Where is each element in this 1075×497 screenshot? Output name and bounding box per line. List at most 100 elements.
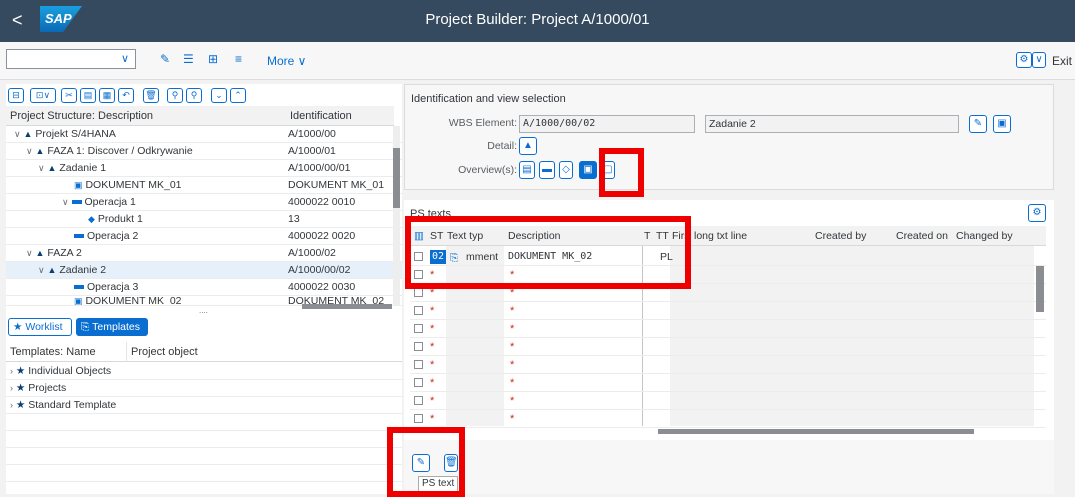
- section-title: Identification and view selection: [411, 93, 566, 105]
- chevron-down-icon[interactable]: ∨: [26, 248, 33, 258]
- find-icon[interactable]: ⚲: [167, 88, 183, 103]
- chevron-right-icon[interactable]: ›: [10, 400, 13, 410]
- settings-icon[interactable]: ⚙: [1028, 204, 1046, 222]
- detail-label: Detail:: [487, 140, 517, 152]
- wbs-icon: ▲: [47, 163, 57, 173]
- tree-row[interactable]: ∨ ▲ Projekt S/4HANA A/1000/00: [6, 126, 402, 143]
- milestone-icon[interactable]: ◇: [559, 161, 573, 179]
- activity-overview-icon[interactable]: ▬: [539, 161, 555, 179]
- row-checkbox[interactable]: [414, 342, 423, 351]
- project-icon: ▲: [23, 129, 33, 139]
- tree-row-selected[interactable]: ∨ ▲ Zadanie 2 A/1000/00/02: [6, 262, 402, 279]
- structure-icon[interactable]: ⊞: [208, 52, 218, 66]
- tab-worklist[interactable]: ★ Worklist: [8, 318, 72, 336]
- more-menu[interactable]: More ∨: [267, 54, 306, 68]
- required-marker: *: [510, 305, 515, 317]
- row-checkbox[interactable]: [414, 414, 423, 423]
- tree-row-ident: A/1000/00: [288, 128, 336, 140]
- template-row[interactable]: › ★ Individual Objects: [6, 363, 402, 380]
- col-changed-by[interactable]: Changed by: [956, 226, 1013, 246]
- row-checkbox[interactable]: [414, 324, 423, 333]
- tree-row[interactable]: ∨ ▲ Zadanie 1 A/1000/00/01: [6, 160, 402, 177]
- chevron-right-icon[interactable]: ›: [10, 383, 13, 393]
- template-row[interactable]: › ★ Standard Template: [6, 397, 402, 414]
- list-icon[interactable]: ≡: [235, 52, 242, 66]
- tree-row[interactable]: ∨ ▲ FAZA 2 A/1000/02: [6, 245, 402, 262]
- chevron-down-icon[interactable]: ∨: [38, 163, 45, 173]
- splitter-handle[interactable]: ....: [199, 306, 208, 315]
- tree-row[interactable]: ▣ DOKUMENT MK_01 DOKUMENT MK_01: [6, 177, 402, 194]
- document-icon: ▣: [74, 296, 83, 306]
- tree-row-ident: 4000022 0030: [288, 281, 356, 293]
- paste-icon[interactable]: ▦: [99, 88, 115, 103]
- tree-row[interactable]: Operacja 2 4000022 0020: [6, 228, 402, 245]
- chevron-down-icon[interactable]: ∨: [14, 129, 21, 139]
- horizontal-scrollbar-thumb[interactable]: [658, 429, 974, 434]
- horizontal-scrollbar-thumb[interactable]: [302, 304, 392, 309]
- edit-icon[interactable]: ✎: [969, 115, 987, 133]
- template-row[interactable]: › ★ Projects: [6, 380, 402, 397]
- expand-icon[interactable]: ⌄: [211, 88, 227, 103]
- table-row[interactable]: * *: [410, 410, 1046, 428]
- chevron-down-icon[interactable]: ∨: [26, 146, 33, 156]
- row-checkbox[interactable]: [414, 360, 423, 369]
- table-row[interactable]: * *: [410, 320, 1046, 338]
- undo-icon[interactable]: ↶: [118, 88, 134, 103]
- activity-icon: [74, 234, 84, 239]
- wbs-description-field[interactable]: Zadanie 2: [705, 115, 959, 133]
- wbs-element-field[interactable]: A/1000/00/02: [519, 115, 695, 133]
- tool-icon[interactable]: ✎: [160, 52, 170, 66]
- col-long-text[interactable]: long txt line: [694, 226, 747, 246]
- table-row[interactable]: * *: [410, 338, 1046, 356]
- tree-row-label: Produkt 1: [97, 213, 143, 225]
- table-row[interactable]: * *: [410, 374, 1046, 392]
- tree-row-ident: DOKUMENT MK_01: [288, 179, 385, 191]
- required-marker: *: [430, 323, 435, 335]
- toolbar: ∨ ✎ ☰ ⊞ ≡ More ∨ ⚙ ∨ Exit: [0, 42, 1075, 80]
- row-checkbox[interactable]: [414, 288, 423, 297]
- table-icon[interactable]: ▤: [519, 161, 535, 179]
- settings-icon[interactable]: ⚙: [1016, 52, 1032, 68]
- chevron-down-icon[interactable]: ∨: [38, 265, 45, 275]
- col-created-by[interactable]: Created by: [815, 226, 866, 246]
- copy-icon[interactable]: ▤: [80, 88, 96, 103]
- tree-row-label: Operacja 2: [87, 230, 139, 242]
- create-icon[interactable]: ⊡∨: [30, 88, 56, 103]
- row-checkbox[interactable]: [414, 306, 423, 315]
- row-checkbox[interactable]: [414, 396, 423, 405]
- tree-row-ident: A/1000/01: [288, 145, 336, 157]
- row-checkbox[interactable]: [414, 378, 423, 387]
- table-row[interactable]: * *: [410, 392, 1046, 410]
- column-header-identification: Identification: [286, 106, 394, 126]
- exit-button[interactable]: Exit: [1052, 54, 1072, 68]
- structure-overview-icon[interactable]: ⊟: [8, 88, 24, 103]
- col-created-on[interactable]: Created on: [896, 226, 948, 246]
- chevron-down-icon[interactable]: ∨: [121, 52, 129, 65]
- collapse-icon[interactable]: ⌃: [230, 88, 246, 103]
- table-row[interactable]: * *: [410, 302, 1046, 320]
- hierarchy-icon[interactable]: ☰: [183, 52, 194, 66]
- tree-row-label: Operacja 3: [87, 281, 139, 293]
- material-icon: ◆: [88, 214, 95, 224]
- tree-row[interactable]: ∨ Operacja 1 4000022 0010: [6, 194, 402, 211]
- required-marker: *: [430, 413, 435, 425]
- wbs-icon: ▲: [47, 265, 57, 275]
- chevron-down-icon[interactable]: ∨: [1032, 52, 1046, 68]
- image-icon[interactable]: ▣: [993, 115, 1011, 133]
- tree-row[interactable]: ◆ Produkt 1 13: [6, 211, 402, 228]
- required-marker: *: [510, 359, 515, 371]
- delete-icon[interactable]: 🗑: [143, 88, 159, 103]
- vertical-scrollbar-thumb[interactable]: [1036, 266, 1044, 312]
- wbs-detail-icon[interactable]: ▲: [519, 137, 537, 155]
- tab-templates[interactable]: ⎘ Templates: [76, 318, 148, 336]
- tree-row[interactable]: ∨ ▲ FAZA 1: Discover / Odkrywanie A/1000…: [6, 143, 402, 160]
- chevron-right-icon[interactable]: ›: [10, 366, 13, 376]
- cut-icon[interactable]: ✂: [61, 88, 77, 103]
- table-row[interactable]: * *: [410, 356, 1046, 374]
- scrollbar-thumb[interactable]: [393, 148, 400, 208]
- chevron-down-icon[interactable]: ∨: [62, 197, 69, 207]
- tree-row[interactable]: Operacja 3 4000022 0030: [6, 279, 402, 296]
- command-field[interactable]: ∨: [6, 49, 136, 69]
- ps-text-overview-icon[interactable]: ▣: [579, 161, 597, 179]
- find-next-icon[interactable]: ⚲: [186, 88, 202, 103]
